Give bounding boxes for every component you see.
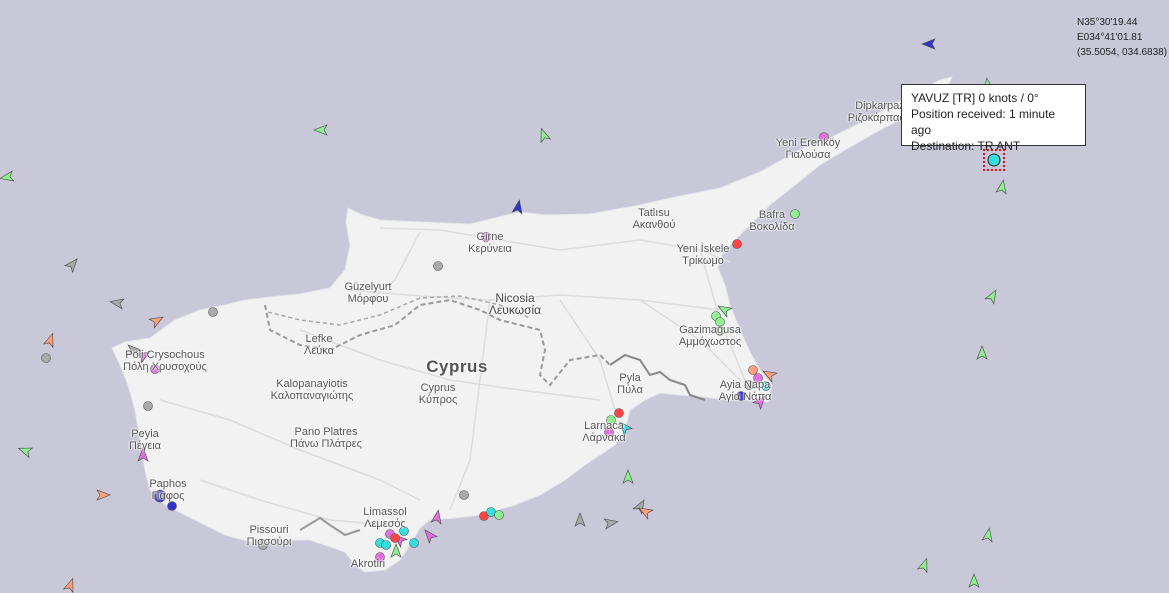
capital-label[interactable]: Nicosia Λευκωσία <box>489 292 541 316</box>
place-alt-name: Γιαλούσα <box>785 149 831 161</box>
place-name: Pissouri <box>249 524 289 536</box>
place-alt-name: Αμμόχωστος <box>678 336 742 348</box>
vessel-marker-unknown[interactable] <box>433 261 443 271</box>
place-alt-name: Λάρνακα <box>582 432 626 444</box>
place-label-gazimagusa[interactable]: Gazimağusa Αμμόχωστος <box>679 324 741 348</box>
place-alt-name: Μόρφου <box>347 293 389 305</box>
place-label-tatlisu[interactable]: Tatlısu Ακανθού <box>633 207 676 231</box>
place-alt-name: Καλοπαναγιώτης <box>270 390 354 402</box>
place-name: Limassol <box>363 506 407 518</box>
place-alt-name: Πόλη Χρυσοχούς <box>123 361 207 373</box>
place-label-girne[interactable]: Girne Κερύνεια <box>468 231 512 255</box>
tooltip-destination: Destination: TR ANT <box>911 139 1021 153</box>
vessel-marker-unknown[interactable] <box>459 490 469 500</box>
place-name: Güzelyurt <box>344 281 392 293</box>
place-name: Tatlısu <box>638 207 670 219</box>
place-alt-name: Πύλα <box>617 384 643 396</box>
place-label-ayianapa[interactable]: Ayia Napa Αγία Νάπα <box>719 379 772 403</box>
place-label-akrotiri[interactable]: Akrotiri <box>351 558 385 570</box>
tooltip-position: Position received: 1 minute ago <box>911 107 1056 137</box>
place-name: Yeni Erenköy <box>775 137 841 149</box>
place-name: Peyia <box>131 428 159 440</box>
place-alt-name: Τρίκωμο <box>682 255 724 267</box>
vessel-marker-passenger[interactable] <box>167 501 177 511</box>
place-label-lefke[interactable]: Lefke Λεύκα <box>304 333 334 357</box>
vessel-marker-tanker[interactable] <box>732 239 742 249</box>
place-label-pissouri[interactable]: Pissouri Πισσούρι <box>247 524 292 548</box>
place-alt-name: Λεμεσός <box>364 518 406 530</box>
place-alt-name: Πάφος <box>151 490 185 502</box>
coord-decimal: (35.5054, 034.6838) <box>1077 47 1168 58</box>
vessel-marker-tug[interactable] <box>486 507 496 517</box>
place-name: Pyla <box>619 372 641 384</box>
place-name: Dipkarpaz <box>855 100 905 112</box>
vessel-marker-tanker[interactable] <box>614 408 624 418</box>
vessel-marker-fishing[interactable] <box>748 365 758 375</box>
vessel-marker-tanker[interactable] <box>390 533 400 543</box>
place-name: Cyprus <box>420 382 456 394</box>
place-label-yeniiskele[interactable]: Yeni İskele Τρίκωμο <box>677 243 730 267</box>
place-label-pyla[interactable]: Pyla Πύλα <box>617 372 643 396</box>
place-alt-name: Λεύκα <box>304 345 334 357</box>
place-alt-name: Αγία Νάπα <box>718 391 772 403</box>
capital-alt: Λευκωσία <box>488 303 542 317</box>
coord-lat: N35°30'19.44 <box>1077 17 1138 28</box>
place-name: Larnaca <box>584 420 624 432</box>
place-label-limassol[interactable]: Limassol Λεμεσός <box>363 506 406 530</box>
place-name: Pano Platres <box>294 426 358 438</box>
tooltip-title: YAVUZ [TR] 0 knots / 0° <box>911 91 1039 105</box>
place-label-bafra[interactable]: Bafra Βοκολίδα <box>749 209 794 233</box>
place-label-guzelyurt[interactable]: Güzelyurt Μόρφου <box>344 281 391 305</box>
place-name: Kalopanayiotis <box>276 378 348 390</box>
coord-lon: E034°41'01.81 <box>1077 32 1143 43</box>
vessel-marker-tug[interactable] <box>409 538 419 548</box>
place-label-cyprus_town[interactable]: Cyprus Κύπρος <box>419 382 458 406</box>
place-name: Poli Crysochous <box>125 349 205 361</box>
vessel-marker-unknown[interactable] <box>143 401 153 411</box>
vessel-marker-unknown[interactable] <box>41 353 51 363</box>
place-alt-name: Πάνω Πλάτρες <box>290 438 362 450</box>
place-label-paphos[interactable]: Paphos Πάφος <box>149 478 186 502</box>
vessel-marker-cargo[interactable] <box>494 510 504 520</box>
place-label-yenierenkoy[interactable]: Yeni Erenköy Γιαλούσα <box>776 137 840 161</box>
place-alt-name: Πισσούρι <box>246 536 292 548</box>
vessel-tooltip: YAVUZ [TR] 0 knots / 0° Position receive… <box>901 84 1086 153</box>
place-name: Girne <box>476 231 504 243</box>
place-name: Paphos <box>149 478 187 490</box>
place-alt-name: Βοκολίδα <box>749 221 795 233</box>
place-alt-name: Ακανθού <box>632 219 676 231</box>
place-label-larnaca[interactable]: Larnaca Λάρνακα <box>582 420 626 444</box>
place-name: Ayia Napa <box>719 379 771 391</box>
country-label: Cyprus <box>426 357 488 376</box>
place-label-poli[interactable]: Poli Crysochous Πόλη Χρυσοχούς <box>123 349 207 373</box>
vessel-marker-unknown[interactable] <box>208 307 218 317</box>
place-alt-name: Κερύνεια <box>468 243 512 255</box>
vessel-marker-tug[interactable] <box>381 540 391 550</box>
place-alt-name: Πέγεια <box>128 440 162 452</box>
place-label-peyia[interactable]: Peyia Πέγεια <box>129 428 161 452</box>
place-name: Lefke <box>305 333 333 345</box>
place-name: Yeni İskele <box>676 243 730 255</box>
place-alt-name: Κύπρος <box>418 394 458 406</box>
place-name: Gazimağusa <box>679 324 741 336</box>
place-name: Bafra <box>758 209 786 221</box>
cursor-coordinates: N35°30'19.44 E034°41'01.81 (35.5054, 034… <box>1077 15 1167 60</box>
place-name: Akrotiri <box>350 558 386 570</box>
place-label-panoplatres[interactable]: Pano Platres Πάνω Πλάτρες <box>290 426 362 450</box>
place-label-kalopanayiotis[interactable]: Kalopanayiotis Καλοπαναγιώτης <box>271 378 354 402</box>
